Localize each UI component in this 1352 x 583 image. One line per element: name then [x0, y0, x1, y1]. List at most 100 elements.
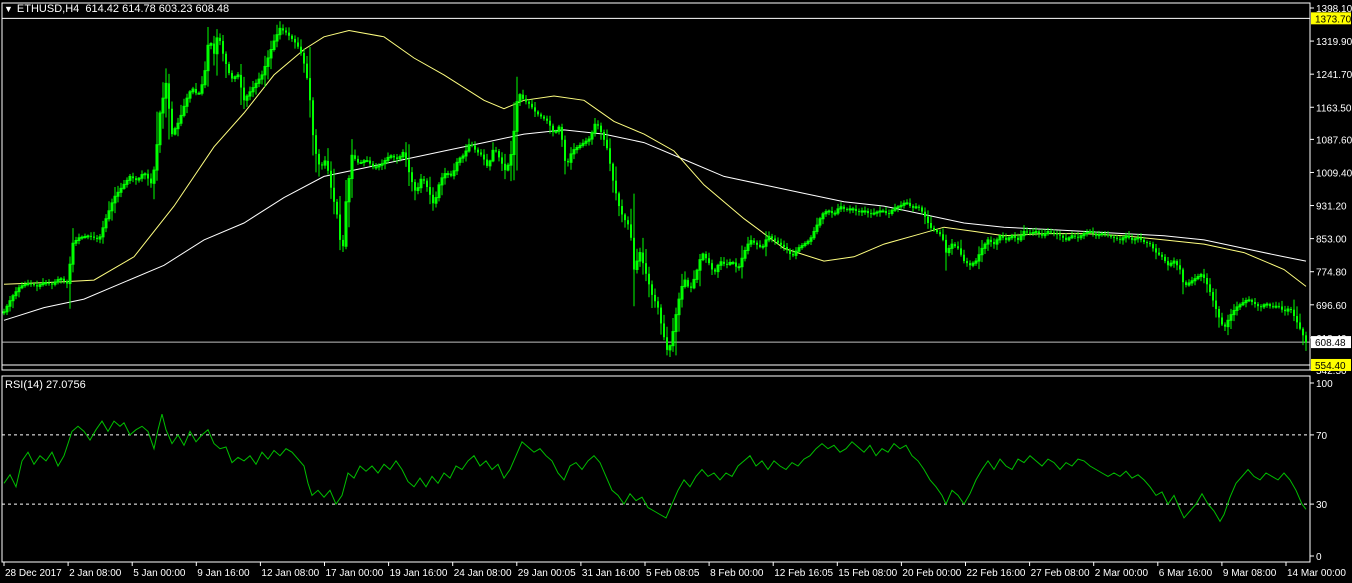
candle: [933, 225, 935, 232]
candle: [986, 236, 990, 251]
candle-body-bear: [321, 164, 323, 166]
candle: [206, 27, 210, 87]
price-tick-label: 1009.40: [1316, 168, 1352, 179]
candle: [1107, 231, 1109, 238]
candle: [1092, 227, 1094, 237]
candle: [176, 117, 180, 137]
candle: [756, 240, 758, 250]
candle: [881, 208, 885, 213]
candle: [648, 266, 650, 298]
candle: [914, 203, 918, 210]
candle: [743, 246, 747, 262]
candle-body-bear: [1149, 243, 1151, 245]
candle: [1221, 312, 1223, 326]
price-marker: 1373.70: [1311, 12, 1352, 25]
candle-body-bear: [1140, 237, 1142, 240]
candle-body-bear: [369, 160, 371, 164]
candle-body-bear: [318, 153, 320, 165]
candle-body-bear: [645, 263, 647, 274]
candle: [1187, 279, 1191, 287]
candle-body-bear: [921, 207, 923, 212]
candle: [1133, 237, 1137, 245]
candle: [17, 284, 21, 298]
candle: [995, 237, 999, 250]
candle-body-bear: [1299, 322, 1301, 329]
candle: [809, 235, 813, 245]
candle-body-bear: [531, 103, 533, 108]
candle-body-bear: [501, 157, 503, 164]
candle-body-bear: [936, 230, 938, 233]
candle: [957, 241, 959, 250]
candle: [645, 249, 647, 282]
candle: [369, 156, 371, 167]
candle: [501, 152, 503, 171]
candle-body-bear: [870, 213, 872, 215]
candle-body-bear: [483, 154, 485, 160]
candle: [716, 263, 720, 278]
candle: [197, 91, 201, 95]
candle: [411, 167, 413, 192]
candle-body-bear: [1131, 237, 1133, 240]
candle-body-bear: [1269, 304, 1271, 307]
candle-body-bear: [777, 240, 779, 243]
candle-body-bear: [708, 258, 710, 264]
candle: [621, 199, 623, 223]
candle-body-bear: [1167, 261, 1169, 266]
candle: [432, 187, 434, 211]
candle: [518, 93, 522, 107]
candle: [164, 68, 168, 118]
candle: [1209, 278, 1211, 296]
candle: [498, 148, 500, 162]
candle: [839, 202, 843, 213]
candle-body-bear: [285, 30, 287, 33]
candle-body-bull: [1247, 299, 1251, 302]
price-marker: 554.40: [1311, 358, 1351, 372]
candle: [522, 89, 524, 101]
candle: [540, 112, 542, 119]
candle: [746, 236, 750, 255]
candle: [1179, 259, 1181, 275]
candle: [203, 61, 207, 89]
candle: [182, 98, 186, 118]
candle-body-bear: [1254, 301, 1256, 305]
candle-body-bear: [231, 73, 233, 79]
candle-body-bear: [735, 262, 737, 267]
candle-body-bear: [486, 159, 488, 166]
candle: [1215, 288, 1217, 318]
candle: [1203, 268, 1205, 284]
price-marker-label: 1373.70: [1315, 14, 1352, 25]
candle: [954, 242, 956, 249]
candle: [668, 344, 672, 357]
candle-body-bull: [83, 236, 87, 239]
candle-body-bear: [1179, 265, 1181, 270]
time-tick-label: 5 Feb 08:05: [646, 568, 700, 579]
candle: [483, 149, 485, 166]
candle-body-bear: [1029, 232, 1031, 234]
candle: [213, 35, 215, 66]
candle: [728, 258, 732, 266]
candle: [960, 239, 962, 257]
candle: [257, 72, 261, 88]
candle-body-bear: [1212, 292, 1214, 301]
candle-body-bear: [477, 149, 479, 153]
candle: [543, 115, 545, 121]
candle-body-bear: [1119, 238, 1121, 240]
candle: [1041, 228, 1043, 239]
candle-body-bear: [240, 74, 242, 88]
candle: [327, 148, 329, 175]
candle: [135, 176, 137, 185]
chart-canvas[interactable]: 1398.101319.901241.701163.501087.601009.…: [0, 0, 1352, 583]
candle: [593, 118, 597, 137]
candle-body-bull: [374, 166, 378, 169]
candle: [200, 76, 204, 96]
candle: [359, 159, 363, 165]
price-tick-label: 1163.50: [1316, 103, 1352, 114]
candle: [285, 27, 287, 36]
candle: [1185, 280, 1187, 288]
price-tick-label: 774.80: [1316, 268, 1347, 279]
candle: [8, 296, 12, 312]
candle-body-bear: [312, 100, 314, 136]
candle-body-bear: [705, 254, 707, 259]
candle: [635, 248, 639, 274]
candle: [372, 160, 374, 170]
